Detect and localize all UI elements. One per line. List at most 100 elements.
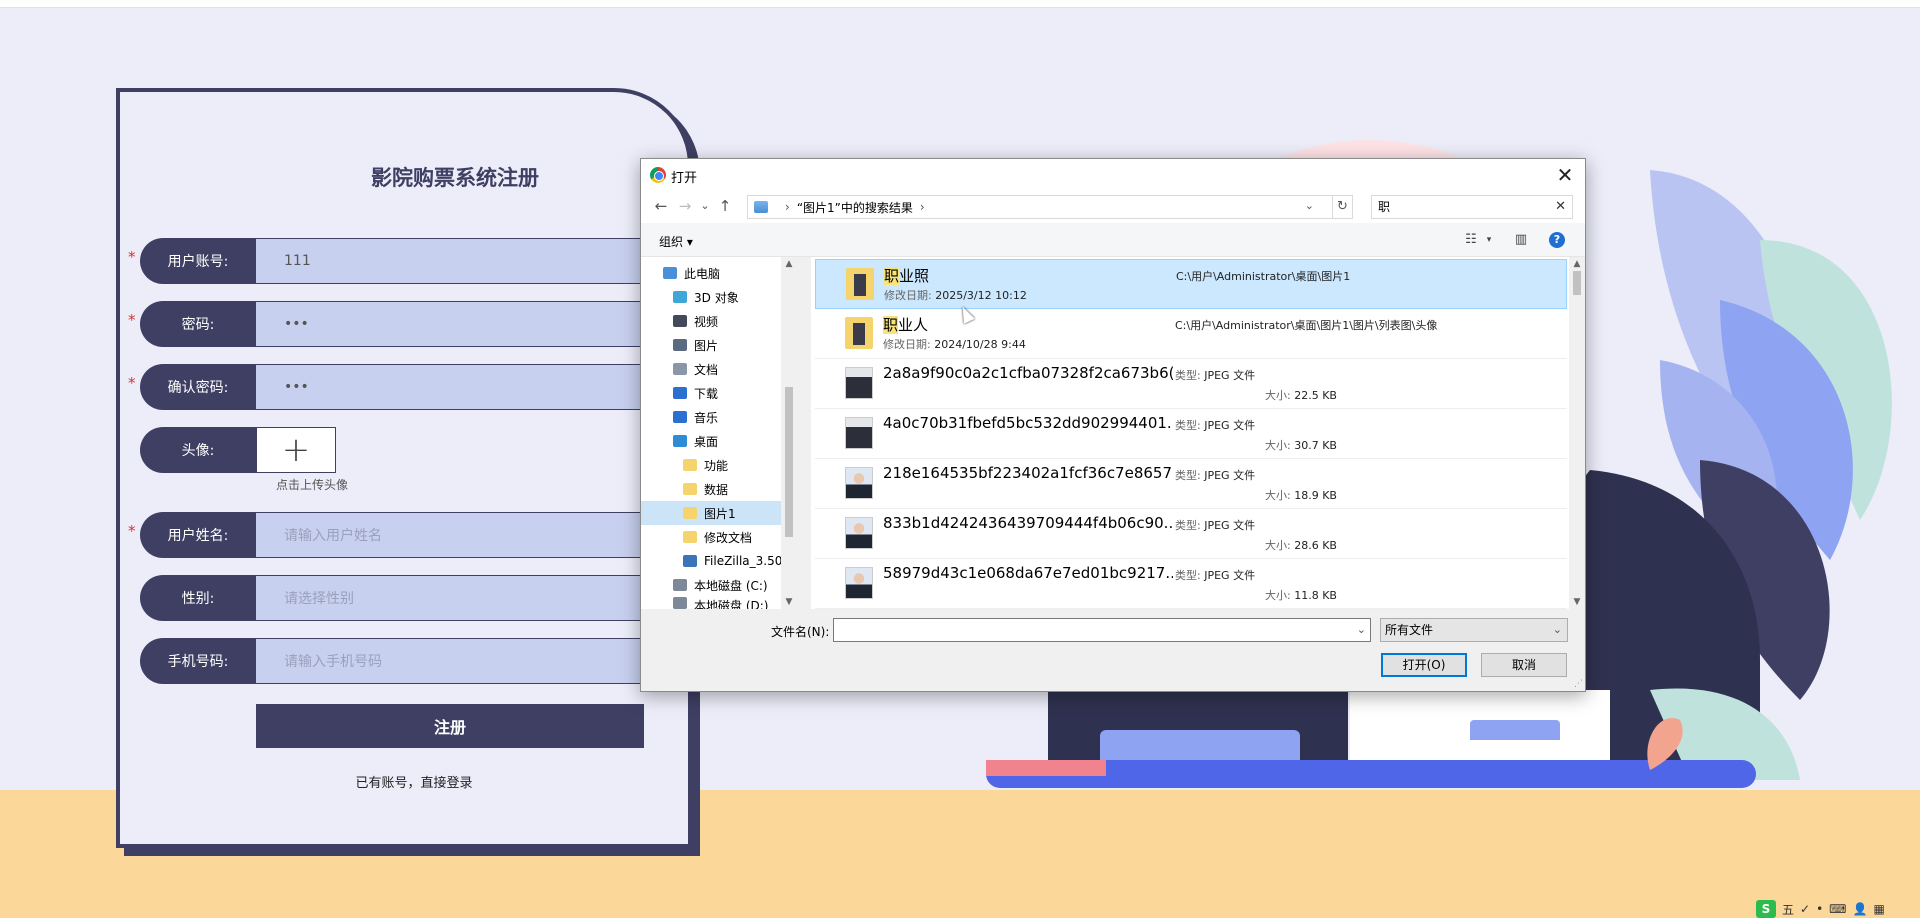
type-label: 类型: [1175,469,1201,482]
phone-label: 手机号码: [140,638,256,684]
sidebar-item-label: 3D 对象 [694,290,739,305]
gender-label: 性别: [140,575,256,621]
open-button[interactable]: 打开(O) [1381,653,1467,677]
chevron-down-icon[interactable]: ⌄ [1553,619,1562,641]
scroll-up-icon[interactable]: ▲ [781,257,797,271]
file-row[interactable]: 4a0c70b31fbefd5bc532dd902994401... 类型: J… [815,409,1567,459]
modified-label: 修改日期: [884,289,932,302]
size-label: 大小: [1265,439,1291,452]
field-avatar: 头像: + 点击上传头像 [140,427,640,492]
size-value: 18.9 KB [1294,489,1337,502]
chevron-down-icon[interactable]: ⌄ [1305,199,1314,212]
account-input[interactable]: 111 [256,238,656,284]
password-input[interactable]: ••• [256,301,656,347]
file-row[interactable]: 58979d43c1e068da67e7ed01bc9217... 类型: JP… [815,559,1567,609]
fullname-input[interactable]: 请输入用户姓名 [256,512,656,558]
input-method-icon[interactable]: S [1756,900,1776,918]
desk-book-pink [986,760,1106,776]
file-row[interactable]: 职业照 修改日期: 2025/3/12 10:12 C:\用户\Administ… [815,259,1567,309]
search-results-icon [754,201,768,213]
gender-select[interactable]: 请选择性别 [256,575,656,621]
file-path: C:\用户\Administrator\桌面\图片1 [1176,270,1351,283]
field-account: * 用户账号: 111 [128,238,656,284]
avatar-label: 头像: [140,427,256,473]
view-options-icon[interactable]: ☷ [1463,232,1479,248]
cube-icon [673,291,687,303]
nav-scroll-thumb[interactable] [785,387,793,537]
sidebar-item-label: 图片 [694,338,719,353]
filetype-select[interactable]: 所有文件 ⌄ [1380,618,1568,642]
user-icon[interactable]: 👤 [1852,902,1867,916]
sidebar-item-label: 本地磁盘 (D:) [694,599,769,609]
avatar-upload-button[interactable]: + [256,427,336,473]
address-bar[interactable]: › “图片1”中的搜索结果 › ⌄ [747,195,1333,219]
scroll-up-icon[interactable]: ▲ [1569,257,1585,271]
recent-chevron-icon[interactable]: ⌄ [695,196,715,216]
organize-menu[interactable]: 组织 ▾ [659,233,693,250]
resize-grip-icon[interactable]: ⋰ [1574,679,1583,689]
drive-icon [673,579,687,591]
refresh-icon[interactable]: ↻ [1333,195,1353,219]
cancel-button[interactable]: 取消 [1481,653,1567,677]
search-input[interactable]: 职 ✕ [1371,195,1573,219]
forward-arrow-icon[interactable]: → [675,196,695,216]
file-row[interactable]: 职业人 修改日期: 2024/10/28 9:44 C:\用户\Administ… [815,309,1567,359]
type-label: 类型: [1175,369,1201,382]
punctuation-icon[interactable]: • [1816,902,1823,916]
folder-icon [845,317,873,349]
file-path: C:\用户\Administrator\桌面\图片1\图片\列表图\头像 [1175,319,1438,332]
sidebar-item-functions[interactable]: 功能 [683,453,823,477]
image-thumbnail [845,567,873,599]
type-label: 类型: [1175,519,1201,532]
file-name-rest: 业人 [898,316,929,334]
close-icon[interactable]: ✕ [1551,161,1579,189]
login-link[interactable]: 已有账号，直接登录 [120,772,708,791]
keyboard-icon[interactable]: ⌨ [1829,902,1846,916]
navigation-pane: 此电脑 3D 对象 视频 图片 文档 下载 音乐 桌面 功能 数据 图片1 修改… [641,257,797,609]
preview-pane-icon[interactable]: ▥ [1513,232,1529,248]
file-size: 大小: 18.9 KB [1265,487,1337,503]
confirm-password-input[interactable]: ••• [256,364,656,410]
file-name: 职业照 [884,265,1174,286]
sidebar-item-filezilla[interactable]: FileZilla_3.50.0 [683,549,781,573]
file-scrollbar[interactable]: ▲ ▼ [1569,257,1585,609]
required-mark: * [128,522,136,540]
breadcrumb[interactable]: “图片1”中的搜索结果 [797,199,913,216]
file-row[interactable]: 2a8a9f90c0a2c1cfba07328f2ca673b6(... 类型:… [815,359,1567,409]
modified-label: 修改日期: [883,338,931,351]
file-scroll-thumb[interactable] [1573,271,1581,295]
folder-icon [683,531,697,543]
file-list: 职业照 修改日期: 2025/3/12 10:12 C:\用户\Administ… [811,257,1585,609]
size-value: 22.5 KB [1294,389,1337,402]
moon-icon[interactable]: ✓ [1800,902,1810,916]
back-arrow-icon[interactable]: ← [651,196,671,216]
sidebar-item-pictures1[interactable]: 图片1 [641,501,781,525]
password-label: 密码: [140,301,256,347]
image-thumbnail [845,517,873,549]
phone-input[interactable]: 请输入手机号码 [256,638,656,684]
sidebar-item-edit-docs[interactable]: 修改文档 [683,525,823,549]
type-label: 类型: [1175,569,1201,582]
search-highlight: 职 [883,316,899,334]
desktop-icon [673,435,687,447]
filename-input[interactable]: ⌄ [833,618,1371,642]
file-row[interactable]: 833b1d4242436439709444f4b06c90... 类型: JP… [815,509,1567,559]
size-label: 大小: [1265,389,1291,402]
clear-search-icon[interactable]: ✕ [1555,196,1566,218]
grid-icon[interactable]: ▦ [1873,902,1884,916]
file-name: 职业人 [883,314,1173,335]
scroll-down-icon[interactable]: ▼ [1569,595,1585,609]
nav-scrollbar[interactable]: ▲ ▼ [781,257,797,609]
file-size: 大小: 11.8 KB [1265,587,1337,603]
up-arrow-icon[interactable]: ↑ [715,196,735,216]
sidebar-item-data[interactable]: 数据 [683,477,823,501]
view-dropdown-icon[interactable]: ▾ [1481,232,1497,248]
file-row[interactable]: 218e164535bf223402a1fcf36c7e8657... 类型: … [815,459,1567,509]
register-button[interactable]: 注册 [256,704,644,748]
chevron-down-icon[interactable]: ⌄ [1357,623,1366,636]
scroll-down-icon[interactable]: ▼ [781,595,797,609]
tray-item[interactable]: 五 [1782,901,1794,918]
file-type: 类型: JPEG 文件 [1175,367,1255,383]
field-confirm-password: * 确认密码: ••• [128,364,656,410]
help-icon[interactable]: ? [1549,232,1565,248]
